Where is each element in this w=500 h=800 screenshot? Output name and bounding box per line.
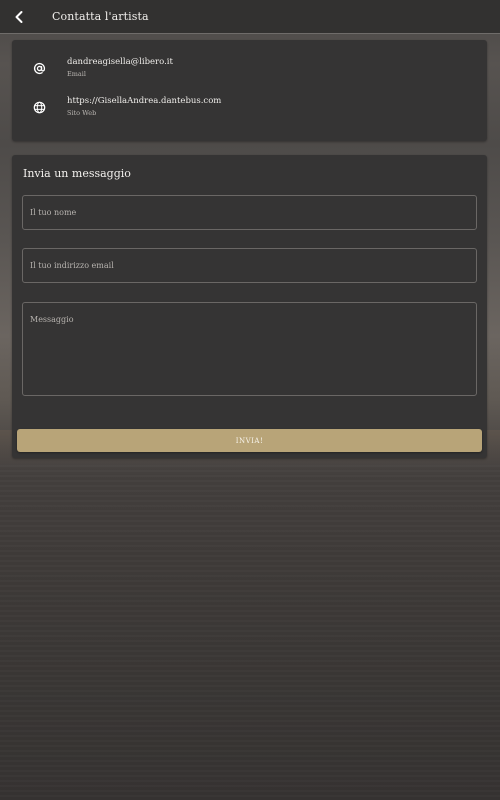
contact-website-row[interactable]: https://GisellaAndrea.dantebus.com Sito …: [12, 92, 487, 122]
contact-info-card: dandreagisella@libero.it Email https://G…: [12, 40, 487, 141]
contact-website-value: https://GisellaAndrea.dantebus.com: [67, 96, 222, 106]
contact-email-row[interactable]: dandreagisella@libero.it Email: [12, 53, 487, 83]
name-field[interactable]: [22, 195, 477, 230]
contact-website-label: Sito Web: [67, 109, 97, 117]
contact-email-label: Email: [67, 70, 86, 78]
globe-icon: [12, 101, 67, 114]
contact-email-value: dandreagisella@libero.it: [67, 57, 173, 67]
email-field[interactable]: [22, 248, 477, 283]
app-bar: Contatta l'artista: [0, 0, 500, 34]
send-button[interactable]: INVIA!: [17, 429, 482, 452]
at-icon: [12, 62, 67, 75]
message-form-card: Invia un messaggio: [12, 155, 487, 458]
chevron-left-icon: [15, 10, 23, 23]
message-field[interactable]: [22, 302, 477, 396]
background-water: [0, 465, 500, 800]
page-title: Contatta l'artista: [52, 10, 149, 23]
message-form-heading: Invia un messaggio: [23, 167, 131, 180]
back-button[interactable]: [0, 0, 38, 34]
